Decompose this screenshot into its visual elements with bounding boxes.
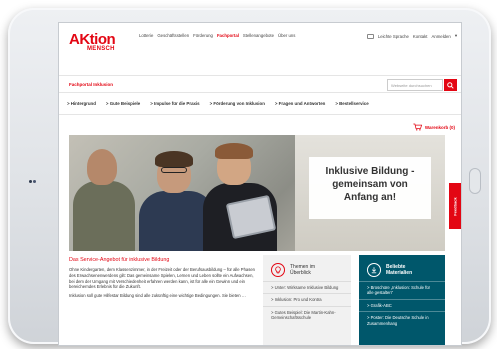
themes-link[interactable]: > Gutes Beispiel: Die Martin-Kahn-Gemein… [263,305,351,324]
mainnav-item-orders[interactable]: > Bestellservice [335,101,368,114]
top-navigation: Lotterie Geschäftsstellen Förderung Fach… [139,33,295,38]
themes-title: Überblick [290,270,311,276]
utility-link-easy-language[interactable]: Leichte Sprache [378,34,409,39]
chevron-down-icon[interactable]: ▾ [455,33,457,39]
tablet-frame: AKtion MENSCH Lotterie Geschäftsstellen … [8,8,491,346]
intro-section: Das Service-Angebot für inklusive Bildun… [69,257,255,302]
utility-links: Leichte Sprache Kontakt Anmelden ▾ [366,33,457,39]
accessibility-icon [366,33,374,39]
topnav-item[interactable]: Über uns [278,33,295,38]
intro-paragraph: Inklusion soll gute Hilfestar Bildung si… [69,293,246,299]
utility-link-contact[interactable]: Kontakt [413,34,428,39]
main-navigation: > Hintergrund > Gute Beispiele > Impulse… [59,101,461,115]
site-header: AKtion MENSCH Lotterie Geschäftsstellen … [59,23,461,69]
topnav-item[interactable]: Stellenangebote [243,33,274,38]
portal-title[interactable]: Fachportal Inklusion [69,82,113,87]
topnav-item[interactable]: Förderung [193,33,213,38]
home-button[interactable] [469,168,481,194]
brand-logo[interactable]: AKtion MENSCH [69,31,121,57]
download-icon [367,263,381,277]
cart-icon [413,123,422,131]
themes-box: Themen im Überblick > Unter: Wirksame In… [263,255,351,345]
hero-banner: Inklusive Bildung - gemeinsam von Anfang… [69,135,445,251]
materials-link[interactable]: > Grafik-ABC [359,298,445,311]
hero-headline-line: Inklusive Bildung - [325,166,415,177]
themes-link[interactable]: > Inklusion: Pro und Kontra [263,293,351,305]
hero-headline-card: Inklusive Bildung - gemeinsam von Anfang… [309,157,431,219]
search-input[interactable]: Webseite durchsuchen [387,79,443,91]
hero-photo-person [73,181,135,251]
search-button[interactable] [444,79,457,91]
mainnav-item-impulses[interactable]: > Impulse für die Praxis [150,101,199,114]
topnav-item-active[interactable]: Fachportal [217,33,239,38]
screen: AKtion MENSCH Lotterie Geschäftsstellen … [58,22,462,346]
brand-sub: MENSCH [87,46,115,52]
materials-link[interactable]: > Poster: Die Deutsche Schule in Zusamme… [359,311,445,329]
hero-headline-line: gemeinsam von [332,179,408,190]
feedback-tab[interactable]: Feedback [449,183,461,229]
materials-box: Beliebte Materialien > Broschüre „Inklus… [359,255,445,345]
search-icon [447,81,454,89]
utility-link-login[interactable]: Anmelden [431,34,450,39]
topnav-item[interactable]: Geschäftsstellen [157,33,189,38]
intro-heading: Das Service-Angebot für inklusive Bildun… [69,257,170,263]
cart-label: Warenkorb (0) [424,124,455,130]
themes-link[interactable]: > Unter: Wirksame Inklusive Bildung [263,281,351,293]
cart-link[interactable]: Warenkorb (0) [413,123,455,131]
mainnav-item-background[interactable]: > Hintergrund [67,101,96,114]
lightbulb-icon [271,263,285,277]
hero-headline-line: Anfang an! [343,192,397,203]
feedback-label: Feedback [452,196,458,216]
intro-paragraph: Ohne Kindergarten, dem Klassenzimmer, in… [69,267,255,290]
mainnav-item-examples[interactable]: > Gute Beispiele [106,101,140,114]
materials-title: Materialien [386,270,413,276]
camera-icon [29,180,36,184]
materials-link[interactable]: > Broschüre „Inklusion: Schule für alle … [359,281,445,299]
topnav-item[interactable]: Lotterie [139,33,153,38]
mainnav-item-funding[interactable]: > Förderung von Inklusion [210,101,265,114]
mainnav-item-faq[interactable]: > Fragen und Antworten [275,101,325,114]
portal-bar: Fachportal Inklusion Webseite durchsuche… [59,75,461,93]
